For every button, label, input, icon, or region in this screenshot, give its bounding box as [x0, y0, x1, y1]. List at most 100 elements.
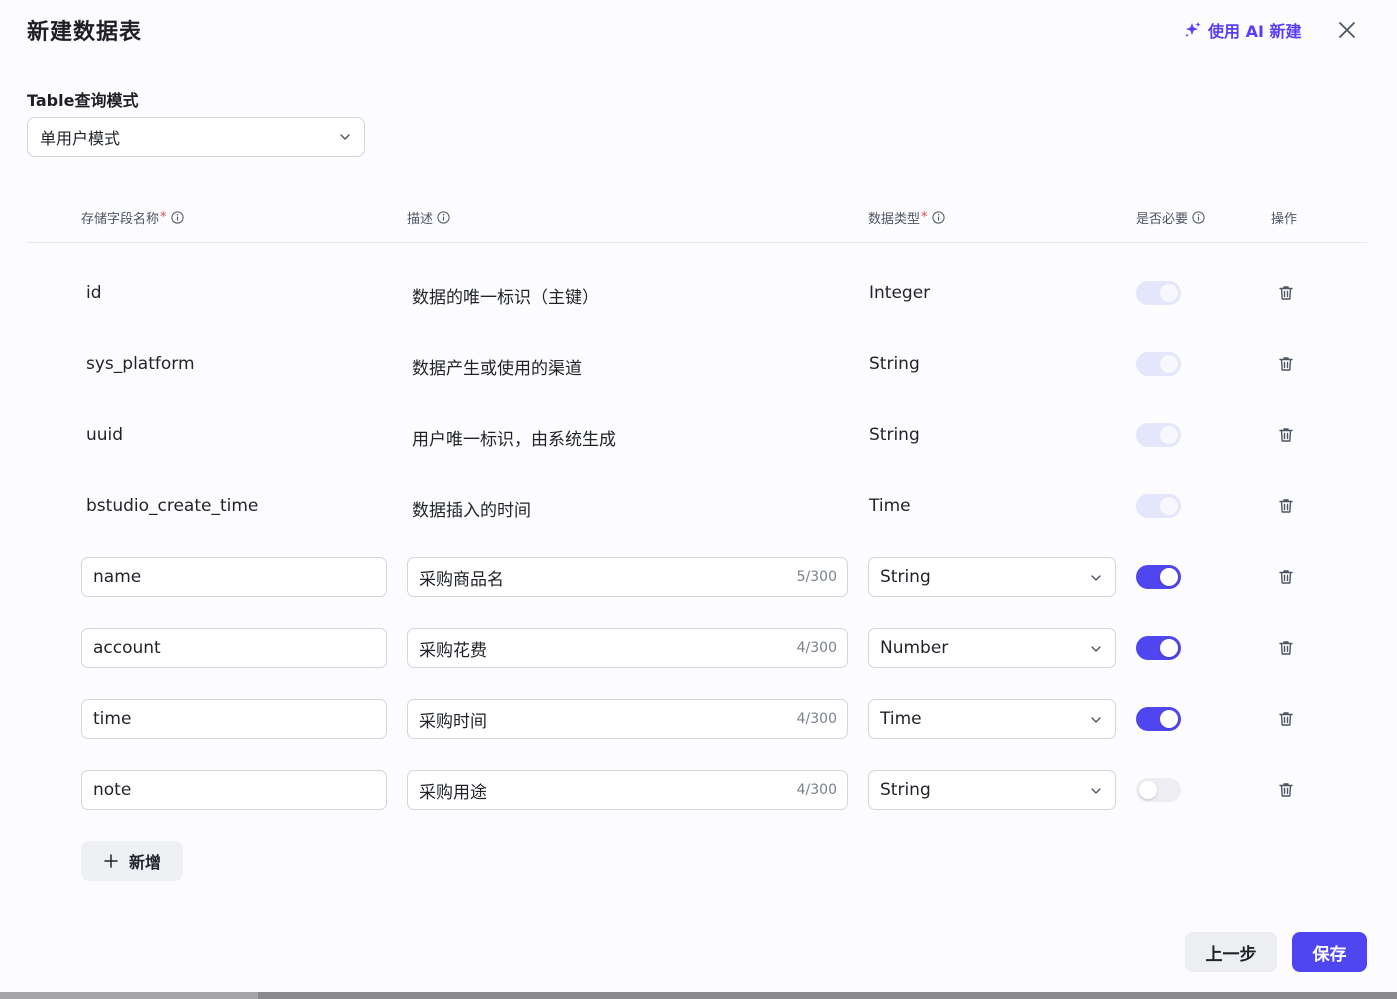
field-name-input[interactable]: account: [81, 628, 387, 668]
field-type-select[interactable]: Time: [868, 699, 1116, 739]
trash-icon[interactable]: [1277, 639, 1295, 657]
field-description: 数据插入的时间: [412, 501, 531, 521]
trash-icon[interactable]: [1277, 568, 1295, 586]
trash-icon[interactable]: [1277, 497, 1295, 515]
info-icon[interactable]: [170, 211, 184, 224]
field-description-input[interactable]: 采购花费 4/300: [407, 628, 848, 668]
column-data-type-label: 数据类型: [868, 212, 921, 227]
column-required-label: 是否必要: [1136, 212, 1189, 227]
sparkle-icon: [1185, 22, 1201, 37]
field-type-value: String: [880, 567, 931, 587]
info-icon[interactable]: [1192, 211, 1205, 224]
trash-icon[interactable]: [1277, 355, 1295, 373]
trash-icon[interactable]: [1277, 781, 1295, 799]
field-name: uuid: [86, 425, 124, 445]
char-counter: 4/300: [796, 782, 837, 798]
close-icon: [1339, 22, 1355, 38]
field-name-value: account: [93, 638, 161, 658]
required-toggle[interactable]: [1136, 636, 1181, 660]
table-row: time 采购时间 4/300 Time: [0, 699, 1397, 739]
required-toggle: [1136, 281, 1181, 305]
field-name-value: name: [93, 567, 142, 587]
field-name: sys_platform: [86, 354, 195, 374]
field-type-select[interactable]: Number: [868, 628, 1116, 668]
close-button[interactable]: [1335, 18, 1359, 42]
required-toggle[interactable]: [1136, 565, 1181, 589]
field-name-input[interactable]: name: [81, 557, 387, 597]
field-name: id: [86, 283, 102, 303]
chevron-down-icon: [1091, 646, 1101, 652]
field-description-input[interactable]: 采购用途 4/300: [407, 770, 848, 810]
char-counter: 5/300: [796, 569, 837, 585]
field-description: 数据的唯一标识（主键）: [412, 288, 599, 308]
table-row: uuid 用户唯一标识，由系统生成 String: [0, 415, 1397, 455]
required-toggle[interactable]: [1136, 778, 1181, 802]
field-description-input[interactable]: 采购商品名 5/300: [407, 557, 848, 597]
ai-create-label: 使用 AI 新建: [1208, 22, 1302, 41]
column-description: 描述: [407, 208, 450, 227]
table-row: note 采购用途 4/300 String: [0, 770, 1397, 810]
table-row: sys_platform 数据产生或使用的渠道 String: [0, 344, 1397, 384]
table-row: id 数据的唯一标识（主键） Integer: [0, 273, 1397, 313]
field-name-input[interactable]: note: [81, 770, 387, 810]
field-name-input[interactable]: time: [81, 699, 387, 739]
field-type-select[interactable]: String: [868, 770, 1116, 810]
field-name-value: note: [93, 780, 132, 800]
ai-create-button[interactable]: 使用 AI 新建: [1184, 17, 1301, 43]
field-description-value: 采购花费: [419, 640, 487, 661]
table-row: name 采购商品名 5/300 String: [0, 557, 1397, 597]
field-description-value: 采购商品名: [419, 569, 504, 590]
chevron-down-icon: [340, 134, 350, 140]
column-actions: 操作: [1271, 208, 1297, 227]
field-description-value: 采购用途: [419, 782, 487, 803]
required-toggle: [1136, 423, 1181, 447]
info-icon[interactable]: [931, 211, 945, 224]
chevron-down-icon: [1091, 575, 1101, 581]
query-mode-value: 单用户模式: [40, 129, 121, 148]
query-mode-select[interactable]: 单用户模式: [27, 117, 365, 157]
field-type-value: Number: [880, 638, 949, 658]
field-type: String: [869, 425, 920, 445]
field-type: Integer: [869, 283, 931, 303]
column-description-label: 描述: [407, 212, 434, 227]
field-type-value: String: [880, 780, 931, 800]
column-required: 是否必要: [1136, 208, 1205, 227]
trash-icon[interactable]: [1277, 284, 1295, 302]
table-row: bstudio_create_time 数据插入的时间 Time: [0, 486, 1397, 526]
required-toggle: [1136, 352, 1181, 376]
bottom-edge: [0, 992, 1397, 999]
chevron-down-icon: [1091, 717, 1101, 723]
chevron-down-icon: [1091, 788, 1101, 794]
previous-step-button[interactable]: 上一步: [1185, 932, 1277, 972]
add-field-button[interactable]: 新增: [81, 841, 183, 881]
field-name: bstudio_create_time: [86, 496, 259, 516]
table-row: account 采购花费 4/300 Number: [0, 628, 1397, 668]
field-name-value: time: [93, 709, 132, 729]
trash-icon[interactable]: [1277, 426, 1295, 444]
field-type: Time: [869, 496, 911, 516]
dialog-title: 新建数据表: [27, 20, 143, 45]
column-actions-label: 操作: [1271, 212, 1298, 227]
required-toggle[interactable]: [1136, 707, 1181, 731]
field-type-value: Time: [880, 709, 922, 729]
field-description-input[interactable]: 采购时间 4/300: [407, 699, 848, 739]
required-mark: *: [160, 210, 167, 225]
required-toggle: [1136, 494, 1181, 518]
table-header: 存储字段名称 * 描述 数据类型 * 是否必要 操作: [27, 196, 1367, 243]
field-description: 用户唯一标识，由系统生成: [412, 430, 616, 450]
info-icon[interactable]: [437, 211, 450, 224]
char-counter: 4/300: [796, 711, 837, 727]
plus-icon: [104, 854, 118, 868]
field-description-value: 采购时间: [419, 711, 487, 732]
column-field-name: 存储字段名称 *: [81, 208, 184, 227]
save-button[interactable]: 保存: [1292, 932, 1367, 972]
column-data-type: 数据类型 *: [868, 208, 945, 227]
trash-icon[interactable]: [1277, 710, 1295, 728]
field-type: String: [869, 354, 920, 374]
field-type-select[interactable]: String: [868, 557, 1116, 597]
char-counter: 4/300: [796, 640, 837, 656]
required-mark: *: [921, 210, 928, 225]
field-description: 数据产生或使用的渠道: [412, 359, 582, 379]
column-field-name-label: 存储字段名称: [81, 212, 160, 227]
new-table-dialog: 新建数据表 使用 AI 新建 Table查询模式 单用户模式 存储字段名称 * 描…: [0, 0, 1397, 992]
